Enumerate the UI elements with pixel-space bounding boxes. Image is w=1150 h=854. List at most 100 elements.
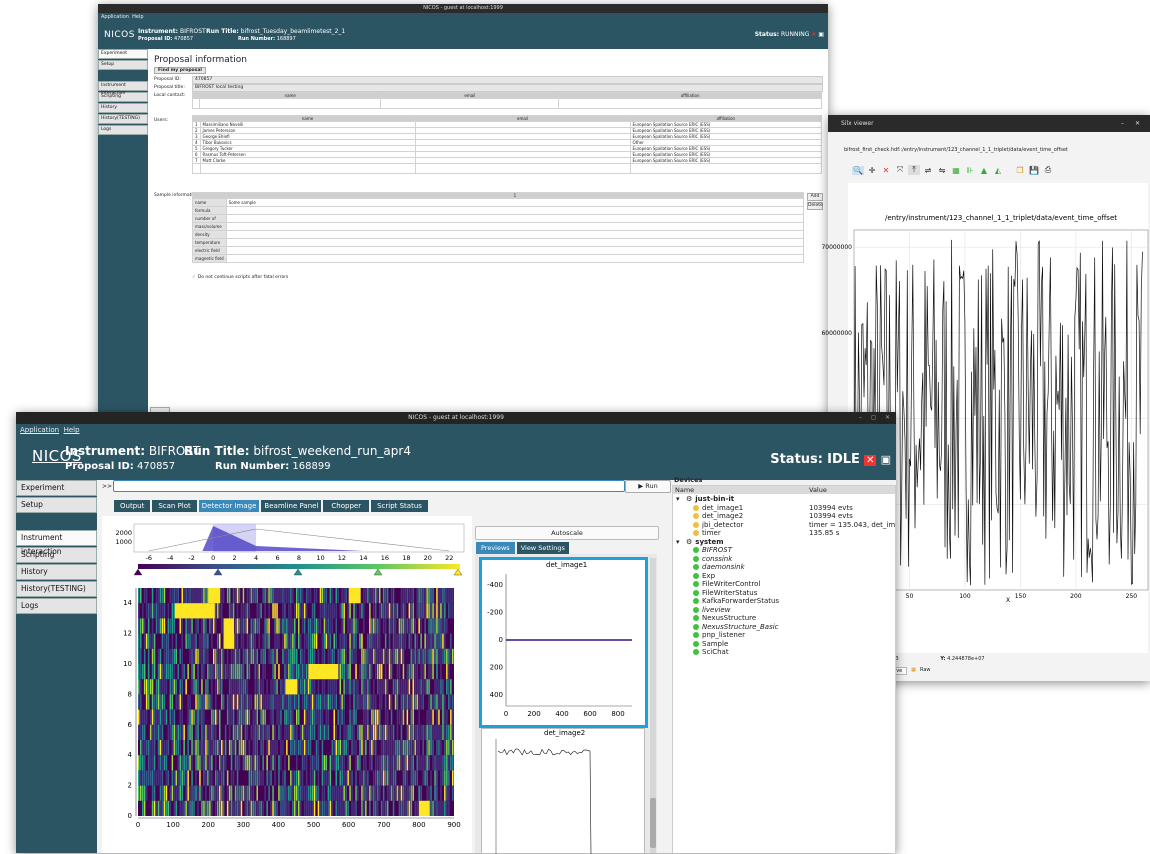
heatmap-cell	[215, 785, 217, 801]
close-icon[interactable]: ✕	[1135, 115, 1140, 132]
delete-sample-button[interactable]: Delete	[807, 202, 823, 210]
window-icon[interactable]: ▣	[818, 31, 824, 38]
proposal-id-field[interactable]: 470857	[192, 76, 823, 84]
maximize-icon[interactable]: ◻	[871, 412, 876, 424]
tab-output[interactable]: Output	[114, 500, 151, 512]
menu-application[interactable]: Application	[20, 426, 59, 434]
add-sample-button[interactable]: Add	[807, 193, 823, 201]
heatmap-cell	[430, 648, 432, 664]
nav-logs[interactable]: Logs	[16, 598, 97, 614]
nav-instrument-interaction[interactable]: Instrument interaction	[98, 81, 148, 96]
tab-view-settings[interactable]: View Settings	[516, 542, 569, 554]
tab-scan-plot[interactable]: Scan Plot	[152, 500, 197, 512]
aspect-icon[interactable]: ◭	[992, 166, 1004, 175]
x-log-icon[interactable]: ⇌	[922, 166, 934, 175]
colormap-icon[interactable]: ▲	[978, 166, 990, 175]
heatmap-cell	[138, 603, 140, 619]
nav-experiment[interactable]: Experiment	[98, 49, 148, 59]
sample-cell[interactable]	[225, 214, 805, 223]
nav-logs[interactable]: Logs	[98, 125, 148, 135]
device-row[interactable]: liveview	[673, 606, 895, 615]
menu-application[interactable]: Application	[101, 14, 129, 20]
device-row[interactable]: jbi_detectortimer = 135.043, det_image1	[673, 521, 895, 530]
nav-setup[interactable]: Setup	[98, 60, 148, 70]
find-proposal-button[interactable]: Find my proposal	[154, 67, 206, 74]
stop-icon[interactable]: ✕	[864, 455, 877, 466]
sample-cell[interactable]	[225, 206, 805, 215]
window-icon[interactable]: ▣	[881, 453, 891, 466]
menu-help[interactable]: Help	[64, 426, 80, 434]
device-row[interactable]: SciChat	[673, 648, 895, 657]
device-row[interactable]: NexusStructure	[673, 614, 895, 623]
nav-instrument-interaction[interactable]: Instrument interaction	[16, 530, 97, 556]
command-input[interactable]	[113, 480, 625, 492]
sample-cell[interactable]	[225, 246, 805, 255]
tab-previews[interactable]: Previews	[476, 542, 515, 554]
device-row[interactable]: pnp_listener	[673, 631, 895, 640]
tab-detector-image[interactable]: Detector Image	[198, 500, 260, 512]
expand-arrow-icon[interactable]: ▾	[673, 538, 686, 546]
heatmap-cell	[375, 588, 377, 604]
close-icon[interactable]: ✕	[885, 412, 890, 424]
device-row[interactable]: daemonsink	[673, 563, 895, 572]
heatmap-cell	[246, 709, 249, 725]
x-autoscale-icon[interactable]: ⤧	[894, 165, 906, 175]
curve-style-icon[interactable]: ⊪	[964, 166, 976, 175]
zoom-icon[interactable]: 🔍	[852, 165, 864, 175]
previews-scrollbar[interactable]	[650, 558, 656, 853]
tab-chopper[interactable]: Chopper	[323, 500, 370, 512]
preview-1-xtick-label: 800	[611, 710, 624, 718]
heatmap-cell	[444, 618, 446, 634]
print-icon[interactable]: ⎙	[1042, 165, 1054, 175]
menu-help[interactable]: Help	[132, 14, 143, 20]
nav-history-testing[interactable]: History(TESTING)	[98, 114, 148, 124]
heatmap-cell	[217, 633, 219, 649]
sample-cell[interactable]	[225, 230, 805, 239]
device-group[interactable]: ▾ ⚙ system	[673, 538, 895, 547]
device-row[interactable]: Exp	[673, 572, 895, 581]
device-row[interactable]: FileWriterStatus	[673, 589, 895, 598]
nav-history-testing[interactable]: History(TESTING)	[16, 581, 97, 597]
stop-icon[interactable]: ✕	[811, 31, 816, 38]
continue-checkbox[interactable]: ✓	[192, 275, 196, 280]
device-row[interactable]: FileWriterControl	[673, 580, 895, 589]
heatmap-cell	[331, 603, 334, 619]
heatmap-cell	[420, 618, 422, 634]
minimize-icon[interactable]: –	[859, 412, 862, 424]
window-titlebar[interactable]: NICOS - guest at localhost:1999 – ◻ ✕	[16, 412, 896, 424]
y-autoscale-icon[interactable]: ⤒	[908, 165, 920, 175]
device-row[interactable]: BIFROST	[673, 546, 895, 555]
sample-name-value[interactable]: Some sample	[225, 198, 805, 207]
run-button[interactable]: ▶ Run	[625, 480, 671, 493]
device-row[interactable]: timer 135.85 s	[673, 529, 895, 538]
nav-history[interactable]: History	[16, 564, 97, 580]
device-row[interactable]: NexusStructure_Basic	[673, 623, 895, 632]
window-titlebar[interactable]: NICOS - guest at localhost:1999	[98, 4, 828, 13]
device-row[interactable]: conssink	[673, 555, 895, 564]
sample-cell[interactable]	[225, 254, 805, 263]
nav-history[interactable]: History	[98, 103, 148, 113]
device-row[interactable]: KafkaForwarderStatus	[673, 597, 895, 606]
save-icon[interactable]: 💾	[1028, 166, 1040, 175]
sample-cell[interactable]	[225, 238, 805, 247]
minimize-icon[interactable]: –	[1121, 115, 1124, 132]
silx-titlebar[interactable]: Silx viewer – ✕	[828, 115, 1150, 132]
device-row[interactable]: det_image2 103994 evts	[673, 512, 895, 521]
heatmap-cell	[353, 603, 355, 619]
copy-icon[interactable]: ❐	[1014, 166, 1026, 175]
proposal-title-field[interactable]: BIFROST local testing	[192, 84, 823, 92]
autoscale-button[interactable]: Autoscale	[475, 526, 659, 540]
device-group[interactable]: ▾ ⚙ just-bin-it	[673, 495, 895, 504]
pan-icon[interactable]: ✛	[866, 166, 878, 175]
device-row[interactable]: det_image1 103994 evts	[673, 504, 895, 513]
y-log-icon[interactable]: ⇋	[936, 166, 948, 175]
sample-cell[interactable]	[225, 222, 805, 231]
nav-experiment[interactable]: Experiment	[16, 480, 97, 496]
expand-arrow-icon[interactable]: ▾	[673, 495, 686, 503]
tab-beamline-panel[interactable]: Beamline Panel	[261, 500, 322, 512]
tab-script-status[interactable]: Script Status	[371, 500, 428, 512]
grid-icon[interactable]: ▦	[950, 166, 962, 175]
nav-setup[interactable]: Setup	[16, 497, 97, 513]
reset-zoom-icon[interactable]: ✕	[880, 166, 892, 175]
device-row[interactable]: Sample	[673, 640, 895, 649]
